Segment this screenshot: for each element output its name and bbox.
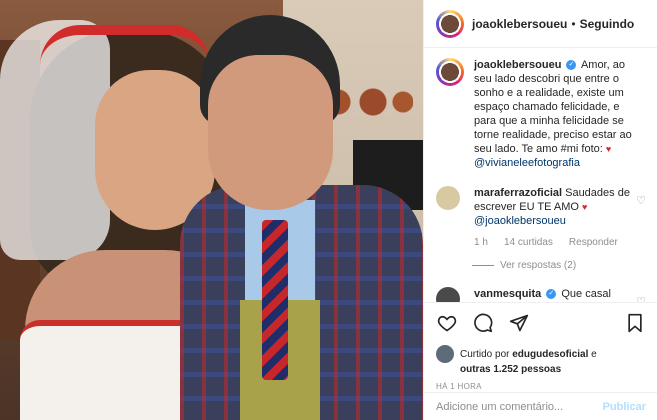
liked-by: Curtido por edugudesoficial e [436, 345, 646, 363]
action-icons [436, 311, 646, 335]
comment-meta: 1 h 14 curtidas Responder [474, 236, 634, 250]
heart-emoji-icon: ♥ [582, 202, 588, 212]
commenter-avatar[interactable] [436, 287, 460, 302]
comment-row: maraferrazoficial Saudades de escrever E… [436, 186, 646, 250]
comment-like-heart-icon[interactable]: ♡ [636, 295, 646, 302]
add-comment-bar: Publicar [424, 392, 657, 420]
liker-avatar[interactable] [436, 345, 454, 363]
comment-time: 1 h [474, 237, 488, 248]
comment-bubble-icon[interactable] [472, 312, 494, 334]
verified-icon: ✓ [566, 60, 577, 71]
post-time-ago: HÁ 1 HORA [436, 382, 482, 391]
heart-emoji-icon: ♥ [605, 144, 612, 154]
comment-text: maraferrazoficial Saudades de escrever E… [474, 186, 634, 250]
follow-status-button[interactable]: Seguindo [580, 17, 635, 31]
add-comment-input[interactable] [436, 400, 603, 413]
comment-likes[interactable]: 14 curtidas [504, 236, 553, 250]
author-avatar[interactable] [436, 9, 464, 38]
liked-by-prefix: Curtido por [460, 348, 510, 360]
comment-like-heart-icon[interactable]: ♡ [636, 194, 646, 207]
photo-man-face [208, 55, 333, 210]
caption-username[interactable]: joaoklebersoueu [474, 59, 561, 71]
post-header: joaoklebersoueu • Seguindo [424, 0, 657, 48]
comment-username[interactable]: vanmesquita [474, 288, 541, 300]
commenter-avatar[interactable] [436, 186, 460, 210]
view-replies[interactable]: Ver respostas (2) [472, 260, 646, 271]
comments-section[interactable]: joaoklebersoueu ✓ Amor, ao seu lado desc… [424, 48, 657, 302]
caption-mention-link[interactable]: @vivianeleefotografia [474, 157, 580, 169]
reply-button[interactable]: Responder [569, 236, 618, 250]
author-username[interactable]: joaoklebersoueu [472, 17, 567, 31]
liked-by-conj: e [591, 348, 597, 360]
post-photo[interactable] [0, 0, 423, 420]
caption-body: Amor, ao seu lado descobri que entre o s… [474, 59, 632, 155]
likes-count[interactable]: outras 1.252 pessoas [460, 364, 561, 375]
like-heart-icon[interactable] [436, 312, 458, 334]
comment-text: vanmesquita ✓ Que casal mais lindo esse … [474, 287, 634, 302]
comment-username[interactable]: maraferrazoficial [474, 187, 562, 199]
photo-red-scarf [40, 25, 210, 65]
bookmark-icon[interactable] [624, 312, 646, 334]
liker-username[interactable]: edugudesoficial [512, 349, 588, 360]
replies-line [472, 265, 494, 266]
caption-avatar[interactable] [436, 58, 464, 86]
photo-tie [262, 220, 288, 380]
verified-icon: ✓ [546, 289, 557, 300]
post-side-panel: joaoklebersoueu • Seguindo joaoklebersou… [423, 0, 657, 420]
liked-by-others[interactable]: outras 1.252 pessoas [460, 363, 646, 376]
caption-row: joaoklebersoueu ✓ Amor, ao seu lado desc… [436, 58, 646, 170]
publish-button[interactable]: Publicar [603, 401, 646, 413]
post-actions: Curtido por edugudesoficial e outras 1.2… [424, 302, 657, 391]
caption-text: joaoklebersoueu ✓ Amor, ao seu lado desc… [474, 58, 644, 170]
share-send-icon[interactable] [508, 312, 530, 334]
comment-mention-link[interactable]: @joaoklebersoueu [474, 215, 566, 227]
separator-dot: • [571, 16, 576, 31]
view-replies-label[interactable]: Ver respostas (2) [500, 260, 576, 271]
comment-row: vanmesquita ✓ Que casal mais lindo esse … [436, 287, 646, 302]
